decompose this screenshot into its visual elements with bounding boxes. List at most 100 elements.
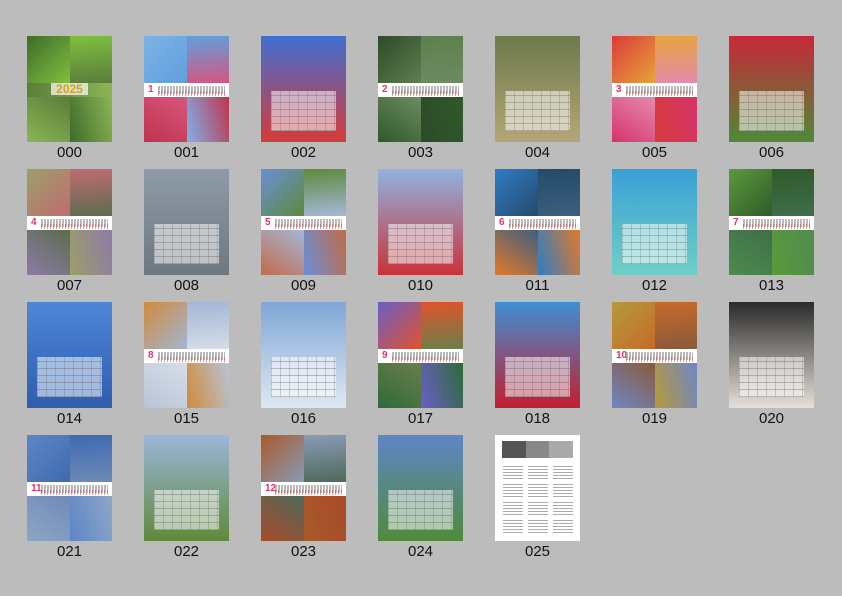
page-thumbnail-002[interactable]: 002 — [261, 36, 346, 169]
page-thumbnail-025[interactable]: 025 — [495, 435, 580, 568]
page-thumbnail-023[interactable]: 12 023 — [261, 435, 346, 568]
header-bar — [549, 441, 574, 459]
calendar-grid — [505, 91, 570, 132]
month-number: 4 — [31, 216, 37, 228]
thumbnail-image — [261, 302, 346, 408]
page-thumbnail-000[interactable]: 2025 000 — [27, 36, 112, 169]
month-number: 5 — [265, 216, 271, 228]
page-number-label: 004 — [524, 144, 551, 161]
page-thumbnail-014[interactable]: 014 — [27, 302, 112, 435]
calendar-grid — [37, 357, 102, 398]
page-thumbnail-017[interactable]: 9 017 — [378, 302, 463, 435]
day-row — [743, 223, 810, 229]
month-strip: 4 — [27, 215, 112, 231]
photo-quadrant — [69, 496, 112, 541]
page-thumbnail-012[interactable]: 012 — [612, 169, 697, 302]
thumbnail-image: 2025 — [27, 36, 112, 142]
page-number-label: 001 — [173, 144, 200, 161]
mini-month — [553, 465, 573, 479]
thumbnail-image: 4 — [27, 169, 112, 275]
page-thumbnail-019[interactable]: 10 019 — [612, 302, 697, 435]
day-row — [41, 489, 108, 495]
photo-quadrant — [654, 302, 697, 349]
page-thumbnail-022[interactable]: 022 — [144, 435, 229, 568]
page-thumbnail-011[interactable]: 6 011 — [495, 169, 580, 302]
photo-quadrant — [261, 496, 304, 541]
photo-quadrant — [771, 169, 814, 216]
photo-quadrant — [69, 169, 112, 216]
month-number: 8 — [148, 349, 154, 361]
photo-quadrant — [144, 36, 187, 83]
thumbnail-image — [729, 36, 814, 142]
thumbnail-image — [378, 169, 463, 275]
month-number: 11 — [31, 482, 42, 494]
page-thumbnail-008[interactable]: 008 — [144, 169, 229, 302]
day-row — [392, 356, 459, 362]
page-number-label: 003 — [407, 144, 434, 161]
photo-quadrant — [303, 435, 346, 482]
page-number-label: 017 — [407, 410, 434, 427]
month-strip: 3 — [612, 82, 697, 98]
mini-month — [528, 519, 548, 533]
page-thumbnail-010[interactable]: 010 — [378, 169, 463, 302]
photo-quadrant — [144, 363, 187, 408]
page-number-label: 019 — [641, 410, 668, 427]
page-thumbnail-015[interactable]: 8 015 — [144, 302, 229, 435]
page-number-label: 014 — [56, 410, 83, 427]
photo-quadrant — [420, 363, 463, 408]
page-number-label: 005 — [641, 144, 668, 161]
page-thumbnail-001[interactable]: 1 001 — [144, 36, 229, 169]
photo-quadrant — [261, 169, 304, 216]
page-number-label: 024 — [407, 543, 434, 560]
page-thumbnail-018[interactable]: 018 — [495, 302, 580, 435]
photo-quadrant — [303, 169, 346, 216]
photo-quadrant — [612, 97, 655, 142]
page-thumbnail-021[interactable]: 11 021 — [27, 435, 112, 568]
page-thumbnail-013[interactable]: 7 013 — [729, 169, 814, 302]
thumbnail-image — [144, 435, 229, 541]
thumbnail-image: 3 — [612, 36, 697, 142]
photo-quadrant — [261, 435, 304, 482]
thumbnail-image — [729, 302, 814, 408]
page-thumbnail-024[interactable]: 024 — [378, 435, 463, 568]
page-thumbnail-005[interactable]: 3 005 — [612, 36, 697, 169]
page-thumbnail-016[interactable]: 016 — [261, 302, 346, 435]
page-thumbnail-004[interactable]: 004 — [495, 36, 580, 169]
photo-quadrant — [69, 230, 112, 275]
calendar-grid — [622, 224, 687, 265]
mini-month — [553, 483, 573, 497]
thumbnail-grid: 2025 000 1 001 002 2 003 004 3 005 006 4 007 008 5 009 0… — [27, 36, 814, 568]
photo-quadrant — [186, 363, 229, 408]
photo-quadrant — [420, 302, 463, 349]
mini-month — [553, 501, 573, 515]
month-number: 9 — [382, 349, 388, 361]
page-number-label: 011 — [525, 277, 550, 294]
day-row — [509, 223, 576, 229]
page-thumbnail-007[interactable]: 4 007 — [27, 169, 112, 302]
day-row — [41, 223, 108, 229]
photo-quadrant — [69, 36, 112, 83]
day-row — [158, 356, 225, 362]
photo-quadrant — [495, 169, 538, 216]
day-row — [626, 90, 693, 96]
page-number-label: 016 — [290, 410, 317, 427]
thumbnail-image: 10 — [612, 302, 697, 408]
photo-quadrant — [654, 97, 697, 142]
month-number: 6 — [499, 216, 505, 228]
mini-month — [553, 519, 573, 533]
photo-quadrant — [144, 302, 187, 349]
page-number-label: 012 — [641, 277, 668, 294]
page-number-label: 025 — [524, 543, 551, 560]
thumbnail-image — [495, 302, 580, 408]
thumbnail-image: 9 — [378, 302, 463, 408]
photo-quadrant — [420, 36, 463, 83]
page-number-label: 015 — [173, 410, 200, 427]
page-thumbnail-020[interactable]: 020 — [729, 302, 814, 435]
photo-quadrant — [537, 169, 580, 216]
page-thumbnail-003[interactable]: 2 003 — [378, 36, 463, 169]
page-thumbnail-006[interactable]: 006 — [729, 36, 814, 169]
page-number-label: 007 — [56, 277, 83, 294]
page-thumbnail-009[interactable]: 5 009 — [261, 169, 346, 302]
header-bar — [501, 441, 526, 459]
calendar-grid — [739, 91, 804, 132]
